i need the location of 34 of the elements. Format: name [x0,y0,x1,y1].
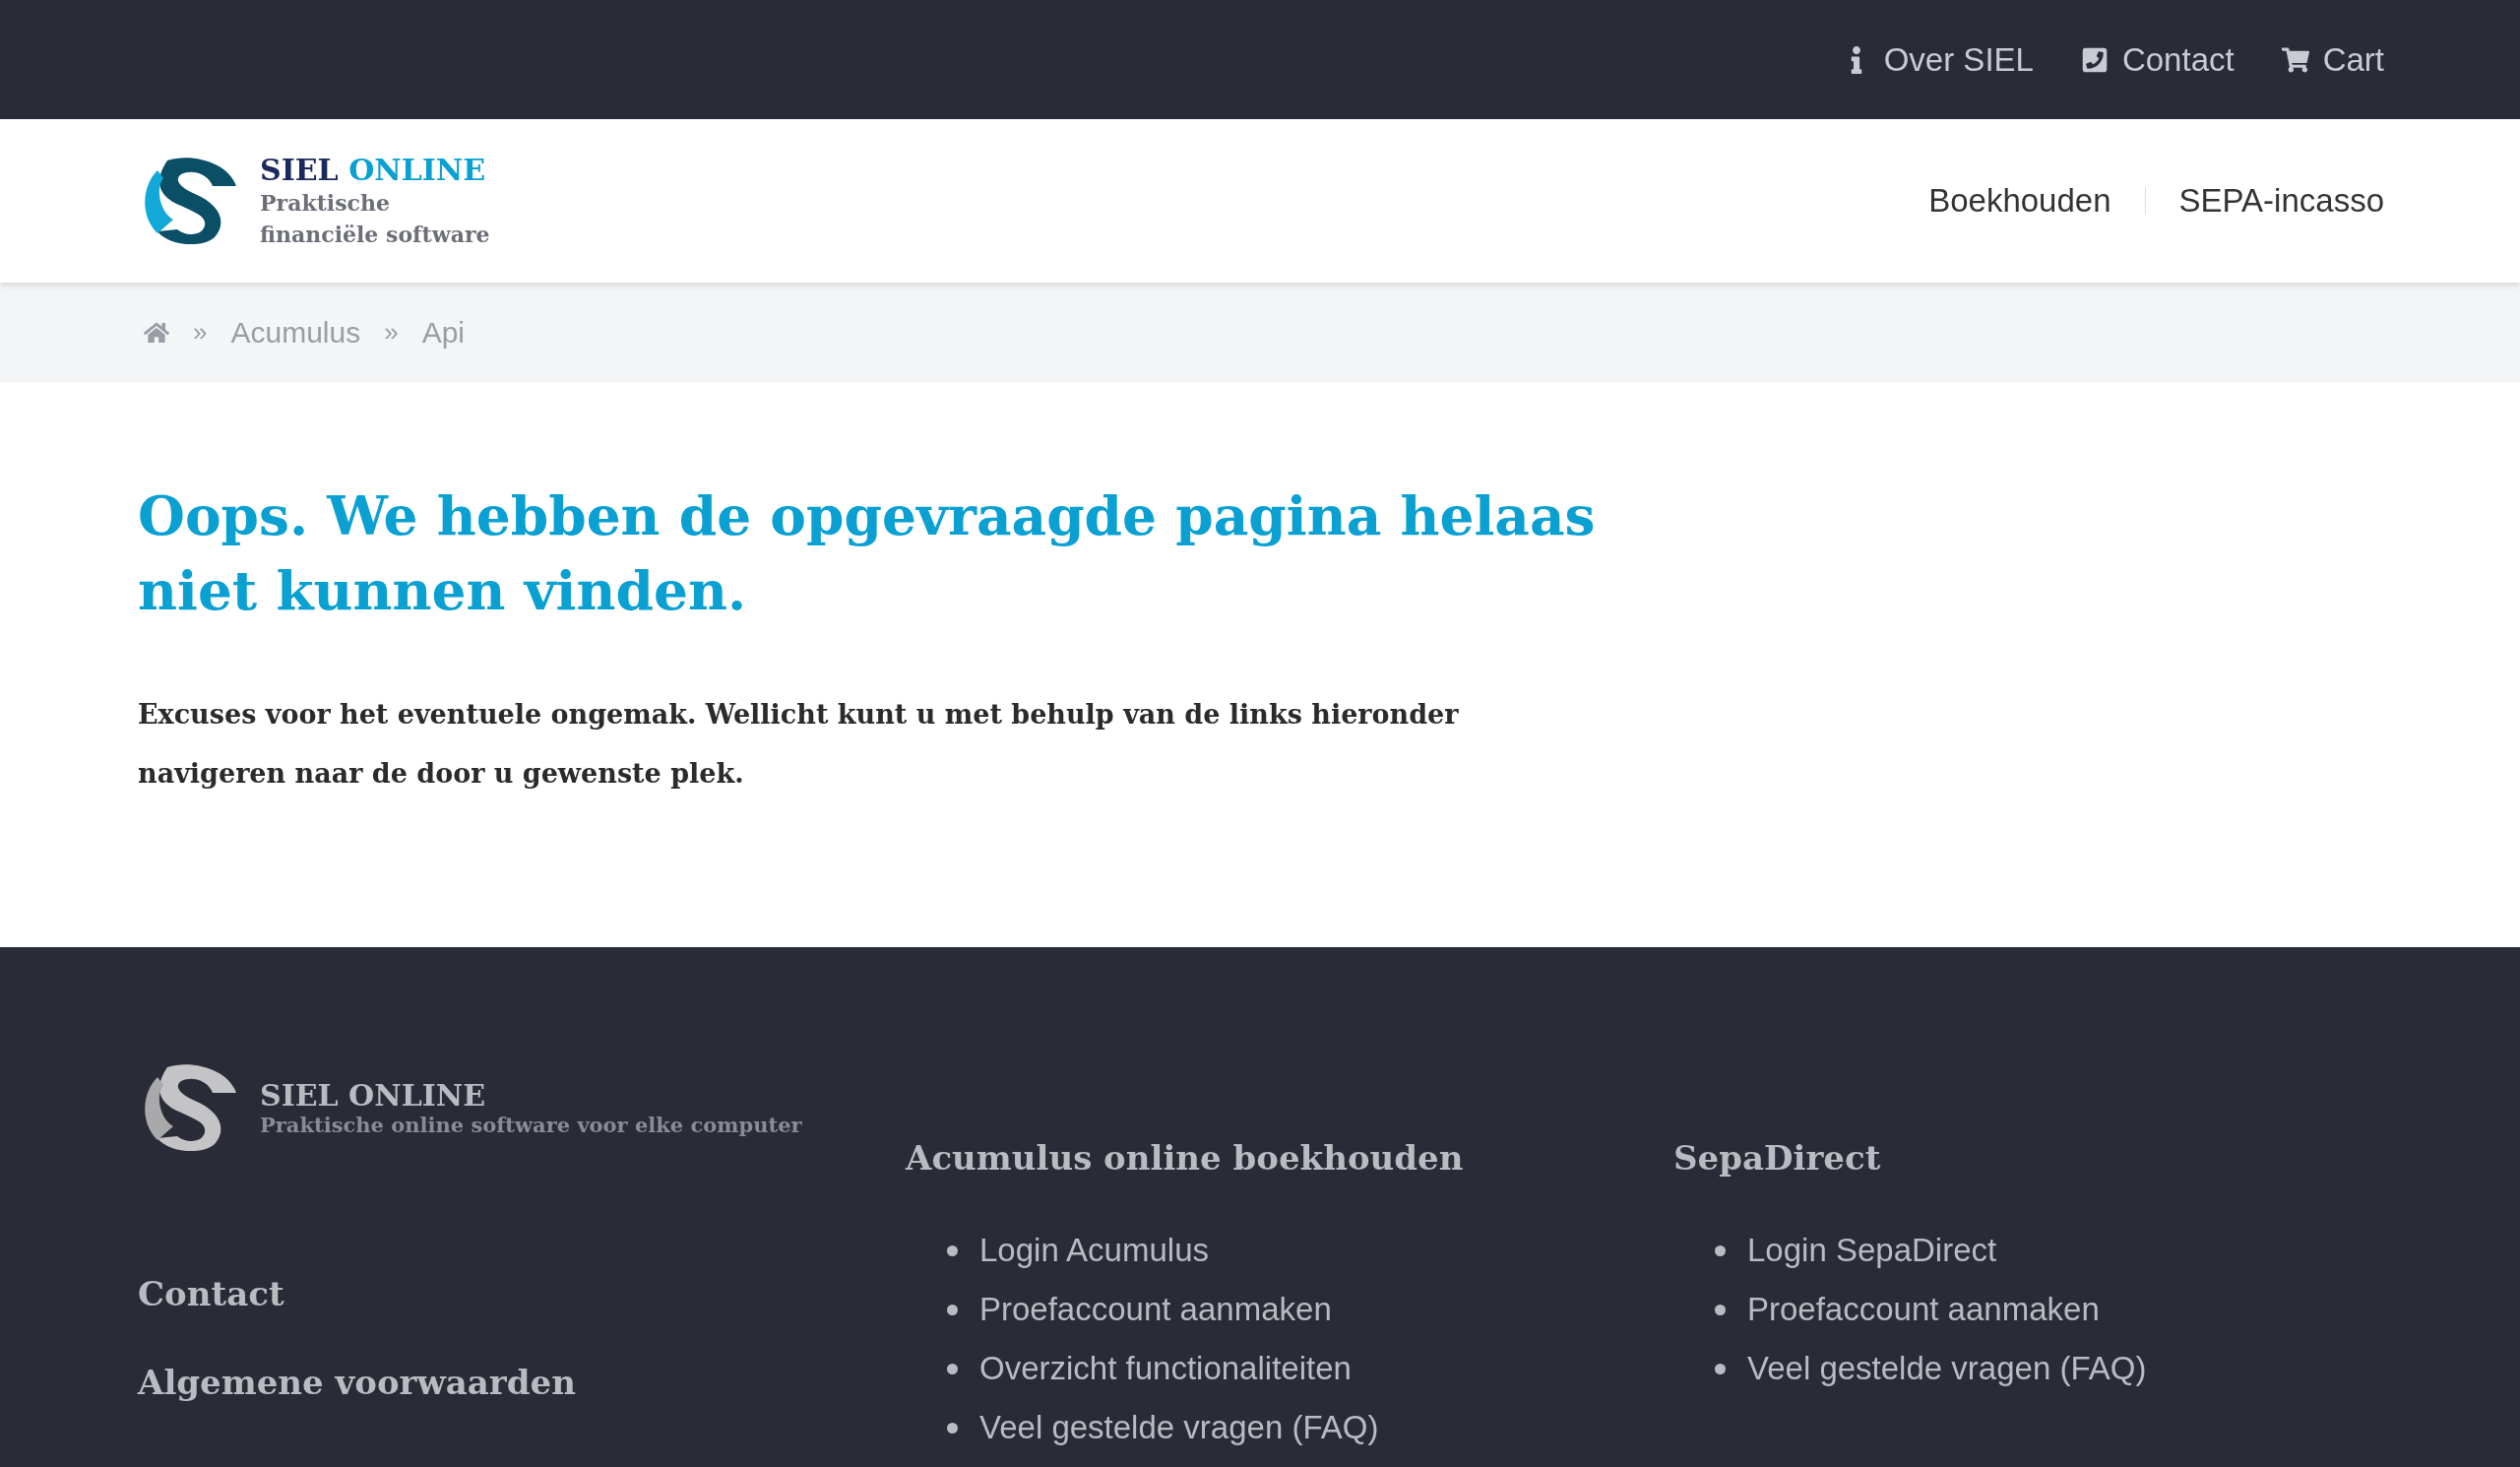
footer-list-link[interactable]: Veel gestelde vragen (FAQ) [1747,1350,2147,1387]
bullet-icon [947,1244,958,1256]
nav-link[interactable]: SEPA-incasso [2145,182,2384,220]
footer-list-link[interactable]: Overzicht functionaliteiten [979,1350,1352,1387]
footer-link[interactable]: Contact [138,1274,906,1313]
nav-link[interactable]: Boekhouden [1895,182,2145,220]
footer-column-title: SepaDirect [1673,1138,1882,1178]
logo-tagline: financiële software [260,220,490,249]
top-link[interactable]: Over SIEL [1842,40,2034,79]
breadcrumb-separator: » [193,317,208,348]
logo-name: SIEL ONLINE [260,152,487,187]
top-link[interactable]: Contact [2080,40,2235,79]
bullet-icon [1715,1304,1726,1315]
error-text: Excuses voor het eventuele ongemak. Wellicht kunt u met behulp van de links hieronder navigeren naar de door u gewenste plek. [138,698,1460,791]
bullet-icon [947,1363,958,1374]
cart-icon [2281,45,2309,74]
footer-list-link[interactable]: Veel gestelde vragen (FAQ) [979,1409,1379,1446]
bullet-icon [1715,1244,1726,1256]
footer-list-link[interactable]: Proefaccount aanmaken [979,1291,1332,1328]
footer-column-title: Acumulus online boekhouden [906,1138,1465,1178]
footer-list-link[interactable]: Login SepaDirect [1747,1232,1997,1269]
error-heading: Oops. We hebben de opgevraagde pagina helaas niet kunnen vinden. [138,482,1597,624]
footer-list-link[interactable]: Login Acumulus [979,1232,1209,1269]
bullet-icon [947,1422,958,1434]
bullet-icon [1715,1363,1726,1374]
footer-tagline: Praktische online software voor elke computer [260,1113,802,1137]
breadcrumb-separator: » [384,317,399,348]
bullet-icon [947,1304,958,1315]
footer-link[interactable]: Algemene voorwaarden [138,1363,906,1402]
footer-logo-name: SIEL ONLINE [260,1078,487,1113]
logo-tagline: Praktische [260,188,391,218]
phone-icon [2080,45,2109,74]
top-link[interactable]: Cart [2281,40,2384,79]
footer-list-link[interactable]: Proefaccount aanmaken [1747,1291,2100,1328]
